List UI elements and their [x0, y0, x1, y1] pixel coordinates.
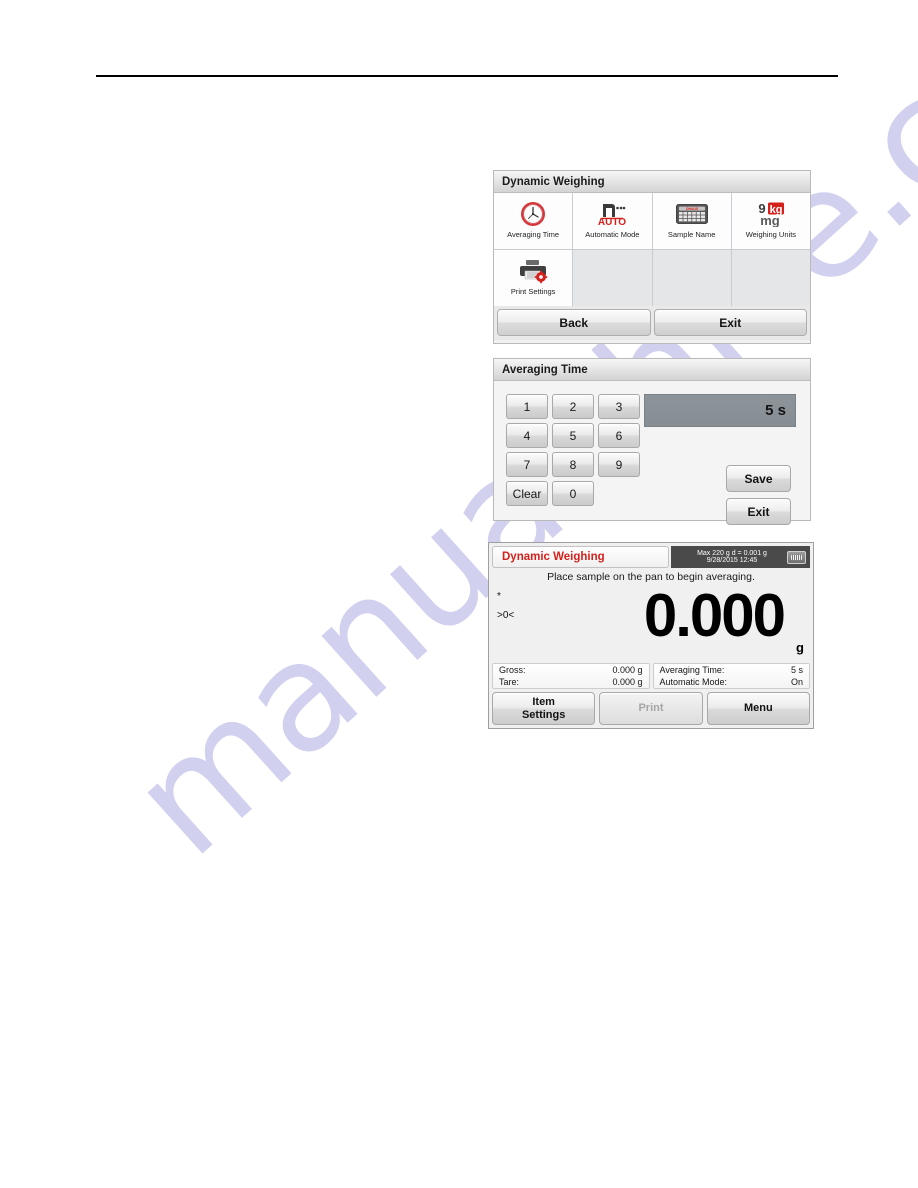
item-settings-line1: Item	[532, 696, 555, 709]
key-2[interactable]: 2	[552, 394, 594, 419]
key-0[interactable]: 0	[552, 481, 594, 506]
menu-empty-cell	[573, 250, 652, 306]
info-value: On	[790, 677, 803, 687]
info-row: Tare: 0.000 g	[493, 676, 649, 688]
info-row: Averaging Time: 5 s	[654, 664, 810, 676]
menu-item-averaging-time[interactable]: Averaging Time	[494, 193, 573, 249]
weight-readout-area: * >0< 0.000 g	[492, 583, 810, 661]
item-settings-line2: Settings	[521, 708, 566, 721]
exit-button[interactable]: Exit	[653, 309, 807, 336]
averaging-time-value-field[interactable]: 5 s	[644, 394, 796, 427]
exit-button[interactable]: Exit	[726, 498, 791, 525]
menu-item-label: Weighing Units	[745, 230, 797, 239]
auto-mode-icon: AUTO	[598, 199, 626, 229]
info-value: 0.000 g	[612, 665, 643, 675]
info-grid: Gross: 0.000 g Tare: 0.000 g Averaging T…	[492, 663, 810, 689]
key-clear[interactable]: Clear	[506, 481, 548, 506]
numeric-keypad: 1 2 3 4 5 6 7 8 9 Clear 0	[506, 394, 640, 506]
spec-lines: Max 220 g d = 0.001 g 9/28/2015 12:45	[677, 550, 787, 565]
keypad-side-buttons: Save Exit	[726, 465, 791, 531]
key-6[interactable]: 6	[598, 423, 640, 448]
menu-empty-cell	[652, 250, 731, 306]
info-column-left: Gross: 0.000 g Tare: 0.000 g	[492, 663, 650, 689]
info-row: Gross: 0.000 g	[493, 664, 649, 676]
menu-item-label: Automatic Mode	[585, 230, 640, 239]
page-header-rule	[96, 75, 838, 77]
key-7[interactable]: 7	[506, 452, 548, 477]
status-flags: * >0<	[497, 587, 514, 625]
spec-datetime: 9/28/2015 12:45	[706, 557, 758, 564]
menu-empty-cell	[731, 250, 810, 306]
menu-item-label: Averaging Time	[507, 230, 560, 239]
weighing-units-icon: 9 kg mg	[756, 199, 786, 229]
display-topbar: Dynamic Weighing Max 220 g d = 0.001 g 9…	[492, 546, 810, 568]
info-value: 0.000 g	[612, 677, 643, 687]
key-1[interactable]: 1	[506, 394, 548, 419]
menu-item-automatic-mode[interactable]: AUTO Automatic Mode	[573, 193, 652, 249]
info-label: Gross:	[499, 665, 526, 675]
capacity-spec-box: Max 220 g d = 0.001 g 9/28/2015 12:45	[671, 546, 810, 568]
info-column-right: Averaging Time: 5 s Automatic Mode: On	[652, 663, 810, 689]
svg-text:mg: mg	[760, 213, 780, 227]
display-footer: Item Settings Print Menu	[492, 692, 810, 725]
menu-item-print-settings[interactable]: Print Settings	[494, 250, 573, 306]
keyboard-icon: OHAUS	[675, 199, 708, 229]
menu-item-sample-name[interactable]: OHAUS Sample Name	[652, 193, 731, 249]
menu-item-label: Print Settings	[510, 287, 556, 296]
weight-unit: g	[796, 640, 804, 655]
stability-flag: *	[497, 591, 501, 602]
weight-value: 0.000	[643, 582, 786, 649]
clock-icon	[520, 199, 546, 229]
menu-item-weighing-units[interactable]: 9 kg mg Weighing Units	[731, 193, 810, 249]
info-row: Automatic Mode: On	[654, 676, 810, 688]
svg-text:OHAUS: OHAUS	[686, 207, 699, 211]
info-label: Tare:	[499, 677, 520, 687]
key-4[interactable]: 4	[506, 423, 548, 448]
serial-port-icon	[787, 550, 806, 564]
zero-flag: >0<	[497, 610, 515, 621]
save-button[interactable]: Save	[726, 465, 791, 492]
menu-footer: Back Exit	[494, 306, 810, 340]
mode-chip[interactable]: Dynamic Weighing	[492, 546, 669, 568]
printer-gear-icon	[518, 256, 548, 286]
item-settings-button[interactable]: Item Settings	[492, 692, 596, 725]
info-value: 5 s	[790, 665, 803, 675]
key-8[interactable]: 8	[552, 452, 594, 477]
menu-item-label: Sample Name	[667, 230, 716, 239]
spec-capacity: Max 220 g d = 0.001 g	[697, 549, 767, 557]
keypad-panel-title: Averaging Time	[494, 359, 810, 381]
keypad-body: 1 2 3 4 5 6 7 8 9 Clear 0 5 s Save Exit	[494, 381, 810, 525]
menu-panel-title: Dynamic Weighing	[494, 171, 810, 193]
info-label: Averaging Time:	[659, 665, 725, 675]
key-9[interactable]: 9	[598, 452, 640, 477]
print-button[interactable]: Print	[599, 692, 703, 725]
key-3[interactable]: 3	[598, 394, 640, 419]
key-5[interactable]: 5	[552, 423, 594, 448]
weighing-display-panel: Dynamic Weighing Max 220 g d = 0.001 g 9…	[488, 542, 814, 729]
menu-button[interactable]: Menu	[706, 692, 810, 725]
dynamic-weighing-menu-panel: Dynamic Weighing Averaging Time AUTO Aut…	[493, 170, 811, 344]
averaging-time-keypad-panel: Averaging Time 1 2 3 4 5 6 7 8 9 Clear 0…	[493, 358, 811, 525]
info-label: Automatic Mode:	[659, 677, 728, 687]
back-button[interactable]: Back	[497, 309, 651, 336]
menu-icon-grid: Averaging Time AUTO Automatic Mode OHAUS…	[494, 193, 810, 306]
